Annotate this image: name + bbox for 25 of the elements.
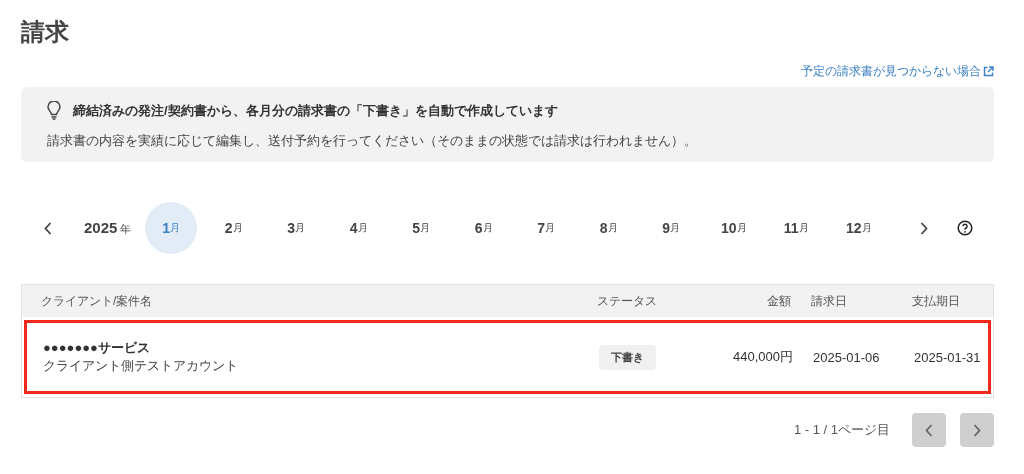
help-link[interactable]: 予定の請求書が見つからない場合	[801, 64, 994, 79]
invoice-date-cell-text: 2025-01-06	[812, 349, 881, 365]
column-header: 金額	[766, 292, 791, 310]
due-date-cell-text: 2025-01-31	[913, 349, 982, 365]
project-name: クライアント側テストアカウント	[43, 357, 239, 375]
invoice-row[interactable]: ●●●●●●●サービス クライアント側テストアカウント 下書き 440,000円 2025-01-06 2025-01-31	[24, 320, 991, 394]
amount-cell-text: 440,000円	[732, 348, 793, 366]
external-link-icon	[983, 66, 994, 77]
chevron-left-icon	[44, 221, 52, 235]
column-header: ステータス	[597, 292, 658, 310]
notice-text: 請求書の内容を実績に応じて編集し、送付予約を行ってください（そのままの状態では請求は行われません）。	[47, 132, 698, 150]
help-icon[interactable]	[957, 220, 973, 236]
page-summary: 1 - 1 / 1ページ目	[793, 421, 890, 439]
column-header: 請求日	[810, 292, 848, 310]
status-badge: 下書き	[599, 344, 656, 370]
client-name: ●●●●●●●サービス	[43, 339, 151, 357]
column-header: クライアント/案件名	[41, 292, 154, 310]
chevron-right-icon	[973, 423, 981, 437]
chevron-right-icon	[920, 221, 928, 235]
page-title: 請求	[21, 17, 70, 47]
column-header: 支払期日	[911, 292, 961, 310]
lightbulb-icon	[47, 101, 61, 120]
chevron-left-icon	[925, 423, 933, 437]
notice-heading: 締結済みの発注/契約書から、各月分の請求書の「下書き」を自動で作成しています	[73, 101, 558, 120]
year-label: 2025 年	[84, 219, 133, 237]
